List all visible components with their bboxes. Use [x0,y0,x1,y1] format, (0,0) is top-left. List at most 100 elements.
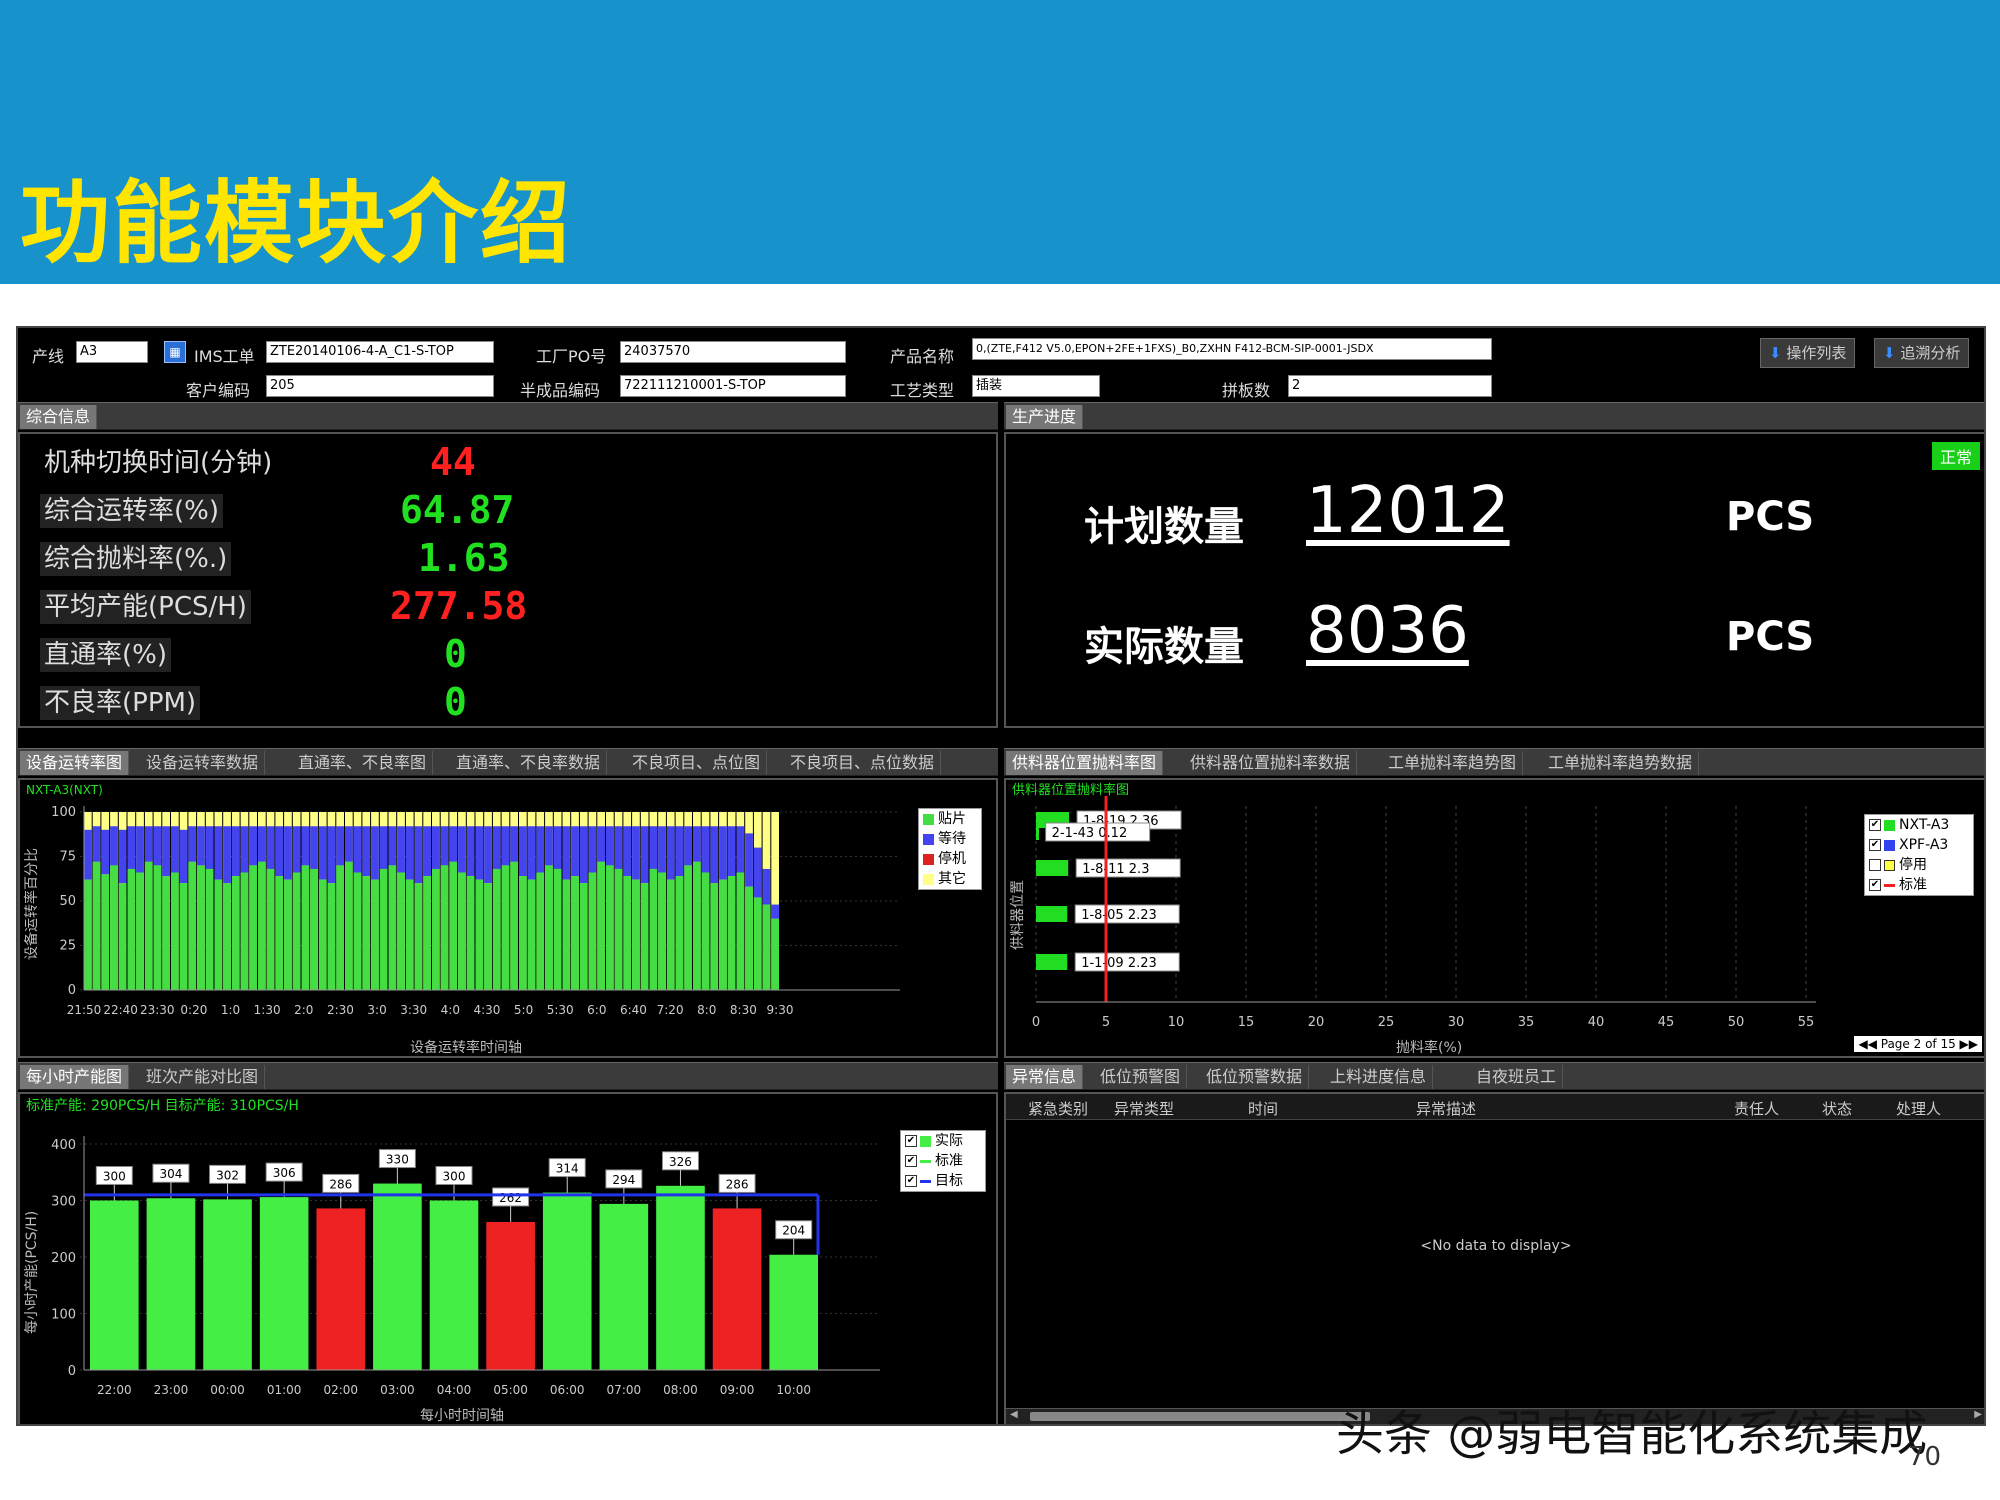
tab-hourly-chart[interactable]: 每小时产能图 [20,1065,130,1089]
bar-waiting [597,826,605,862]
column-header[interactable]: 责任人 [1734,1098,1779,1119]
tab-summary[interactable]: 综合信息 [20,405,98,429]
legend-item[interactable]: ✔ XPF-A3 [1865,835,1973,855]
column-header[interactable]: 状态 [1822,1098,1852,1119]
tab-low-level-data[interactable]: 低位预警数据 [1200,1065,1310,1089]
column-header[interactable]: 紧急类别 [1028,1098,1088,1119]
hourly-bar [542,1192,592,1370]
prev-page-icon[interactable]: ◀◀ [1858,1037,1880,1051]
bar-placement [258,861,266,990]
scroll-right-icon[interactable]: ▶ [1974,1409,1982,1420]
tab-defect-chart[interactable]: 不良项目、点位图 [626,751,768,775]
scrollbar-thumb[interactable] [1030,1412,1370,1421]
next-page-icon[interactable]: ▶▶ [1956,1037,1978,1051]
bar-waiting [353,826,362,873]
legend-item: 等待 [919,829,981,849]
bar-placement [153,865,162,990]
checkbox[interactable]: ✔ [1869,839,1881,851]
bar-waiting [371,826,379,880]
x-tick-label: 09:00 [720,1383,755,1397]
calendar-icon[interactable]: ▦ [164,341,186,363]
legend-item[interactable]: ✔ 标准 [901,1151,985,1171]
bar-placement [701,872,710,990]
bar-waiting [492,826,501,869]
semi-product-field[interactable]: 722111210001-S-TOP [620,375,846,397]
hourly-bar [316,1208,366,1370]
process-type-field[interactable]: 插装 [972,375,1100,397]
column-header[interactable]: 异常类型 [1114,1098,1174,1119]
operation-list-label: 操作列表 [1786,344,1847,362]
swatch [920,1179,931,1183]
tab-yield-data[interactable]: 直通率、不良率数据 [450,751,608,775]
tab-order-trend-data[interactable]: 工单抛料率趋势数据 [1542,751,1700,775]
checkbox[interactable]: ✔ [1869,819,1881,831]
bar-waiting [484,826,492,884]
bar-waiting [553,826,562,869]
tab-anomaly[interactable]: 异常信息 [1006,1065,1084,1089]
bar-placement [727,876,736,990]
ims-order-field[interactable]: ZTE20140106-4-A_C1-S-TOP [266,341,494,363]
trace-analysis-button[interactable]: ⬇ 追溯分析 [1874,338,1970,368]
y-tick-label: 0 [68,983,76,998]
plan-quantity-label: 计划数量 [1084,504,1244,550]
bar-waiting [414,826,423,884]
checkbox[interactable] [1869,859,1881,871]
tab-uptime-chart[interactable]: 设备运转率图 [20,751,130,775]
x-tick-label: 30 [1448,1015,1465,1030]
bar-placement [144,861,153,990]
bar-waiting [162,826,170,877]
checkbox[interactable]: ✔ [905,1135,917,1147]
bar-waiting [449,826,458,862]
bar-placement [110,865,118,990]
tab-shift-compare[interactable]: 班次产能对比图 [140,1065,266,1089]
bar-waiting [144,826,153,862]
legend-item[interactable]: ✔ 目标 [901,1171,985,1191]
tab-shift-staff[interactable]: 自夜班员工 [1470,1065,1564,1089]
x-tick-label: 07:00 [607,1383,642,1397]
checkbox[interactable]: ✔ [905,1175,917,1187]
x-tick-label: 02:00 [323,1383,358,1397]
customer-code-field[interactable]: 205 [266,375,494,397]
bar-waiting [719,826,727,880]
tab-feeding-progress[interactable]: 上料进度信息 [1324,1065,1434,1089]
legend-item[interactable]: ✔ 实际 [901,1131,985,1151]
tab-order-trend-chart[interactable]: 工单抛料率趋势图 [1382,751,1524,775]
column-header[interactable]: 时间 [1248,1098,1278,1119]
swatch [1884,883,1895,887]
column-header[interactable]: 处理人 [1896,1098,1941,1119]
tab-uptime-data[interactable]: 设备运转率数据 [140,751,266,775]
bar-waiting [432,826,440,869]
x-tick-label: 01:00 [267,1383,302,1397]
product-name-field[interactable]: 0,(ZTE,F412 V5.0,EPON+2FE+1FXS)_B0,ZXHN … [972,338,1492,360]
legend-item[interactable]: ✔ 标准 [1865,875,1973,895]
feeder-chart-panel: 供料器位置抛料率图 供料器位置 抛料率(%) 0 5 10 15 20 25 30 35 40 4… [1004,778,1984,1058]
legend-item[interactable]: ✔ NXT-A3 [1865,815,1973,835]
line-field[interactable]: A3 [76,341,148,363]
x-tick-label: 6:40 [620,1003,647,1017]
factory-po-field[interactable]: 24037570 [620,341,846,363]
checkbox[interactable]: ✔ [905,1155,917,1167]
mes-dashboard-window: 产线 A3 ▦ IMS工单 ZTE20140106-4-A_C1-S-TOP 工… [16,326,1986,1426]
hourly-bar [486,1221,535,1370]
board-count-field[interactable]: 2 [1288,375,1492,397]
progress-panel: 正常 计划数量 12012 PCS 实际数量 8036 PCS [1004,432,1984,728]
tab-yield-chart[interactable]: 直通率、不良率图 [292,751,434,775]
tab-defect-data[interactable]: 不良项目、点位数据 [784,751,942,775]
legend-label: 目标 [935,1173,963,1189]
bar-placement [127,868,136,990]
tab-progress[interactable]: 生产进度 [1006,405,1084,429]
bar-placement [388,865,397,990]
checkbox[interactable]: ✔ [1869,879,1881,891]
tab-feeder-chart[interactable]: 供料器位置抛料率图 [1006,751,1164,775]
column-header[interactable]: 异常描述 [1416,1098,1476,1119]
metric-value: 0 [444,632,467,676]
pager[interactable]: ◀◀ Page 2 of 15 ▶▶ [1854,1036,1982,1052]
x-tick-label: 23:30 [140,1003,175,1017]
legend-item[interactable]: 停用 [1865,855,1973,875]
x-tick-label: 5:30 [547,1003,574,1017]
tab-low-level-chart[interactable]: 低位预警图 [1094,1065,1188,1089]
tab-feeder-data[interactable]: 供料器位置抛料率数据 [1184,751,1358,775]
operation-list-button[interactable]: ⬇ 操作列表 [1760,338,1856,368]
scroll-left-icon[interactable]: ◀ [1010,1409,1018,1420]
bar-placement [179,883,188,990]
